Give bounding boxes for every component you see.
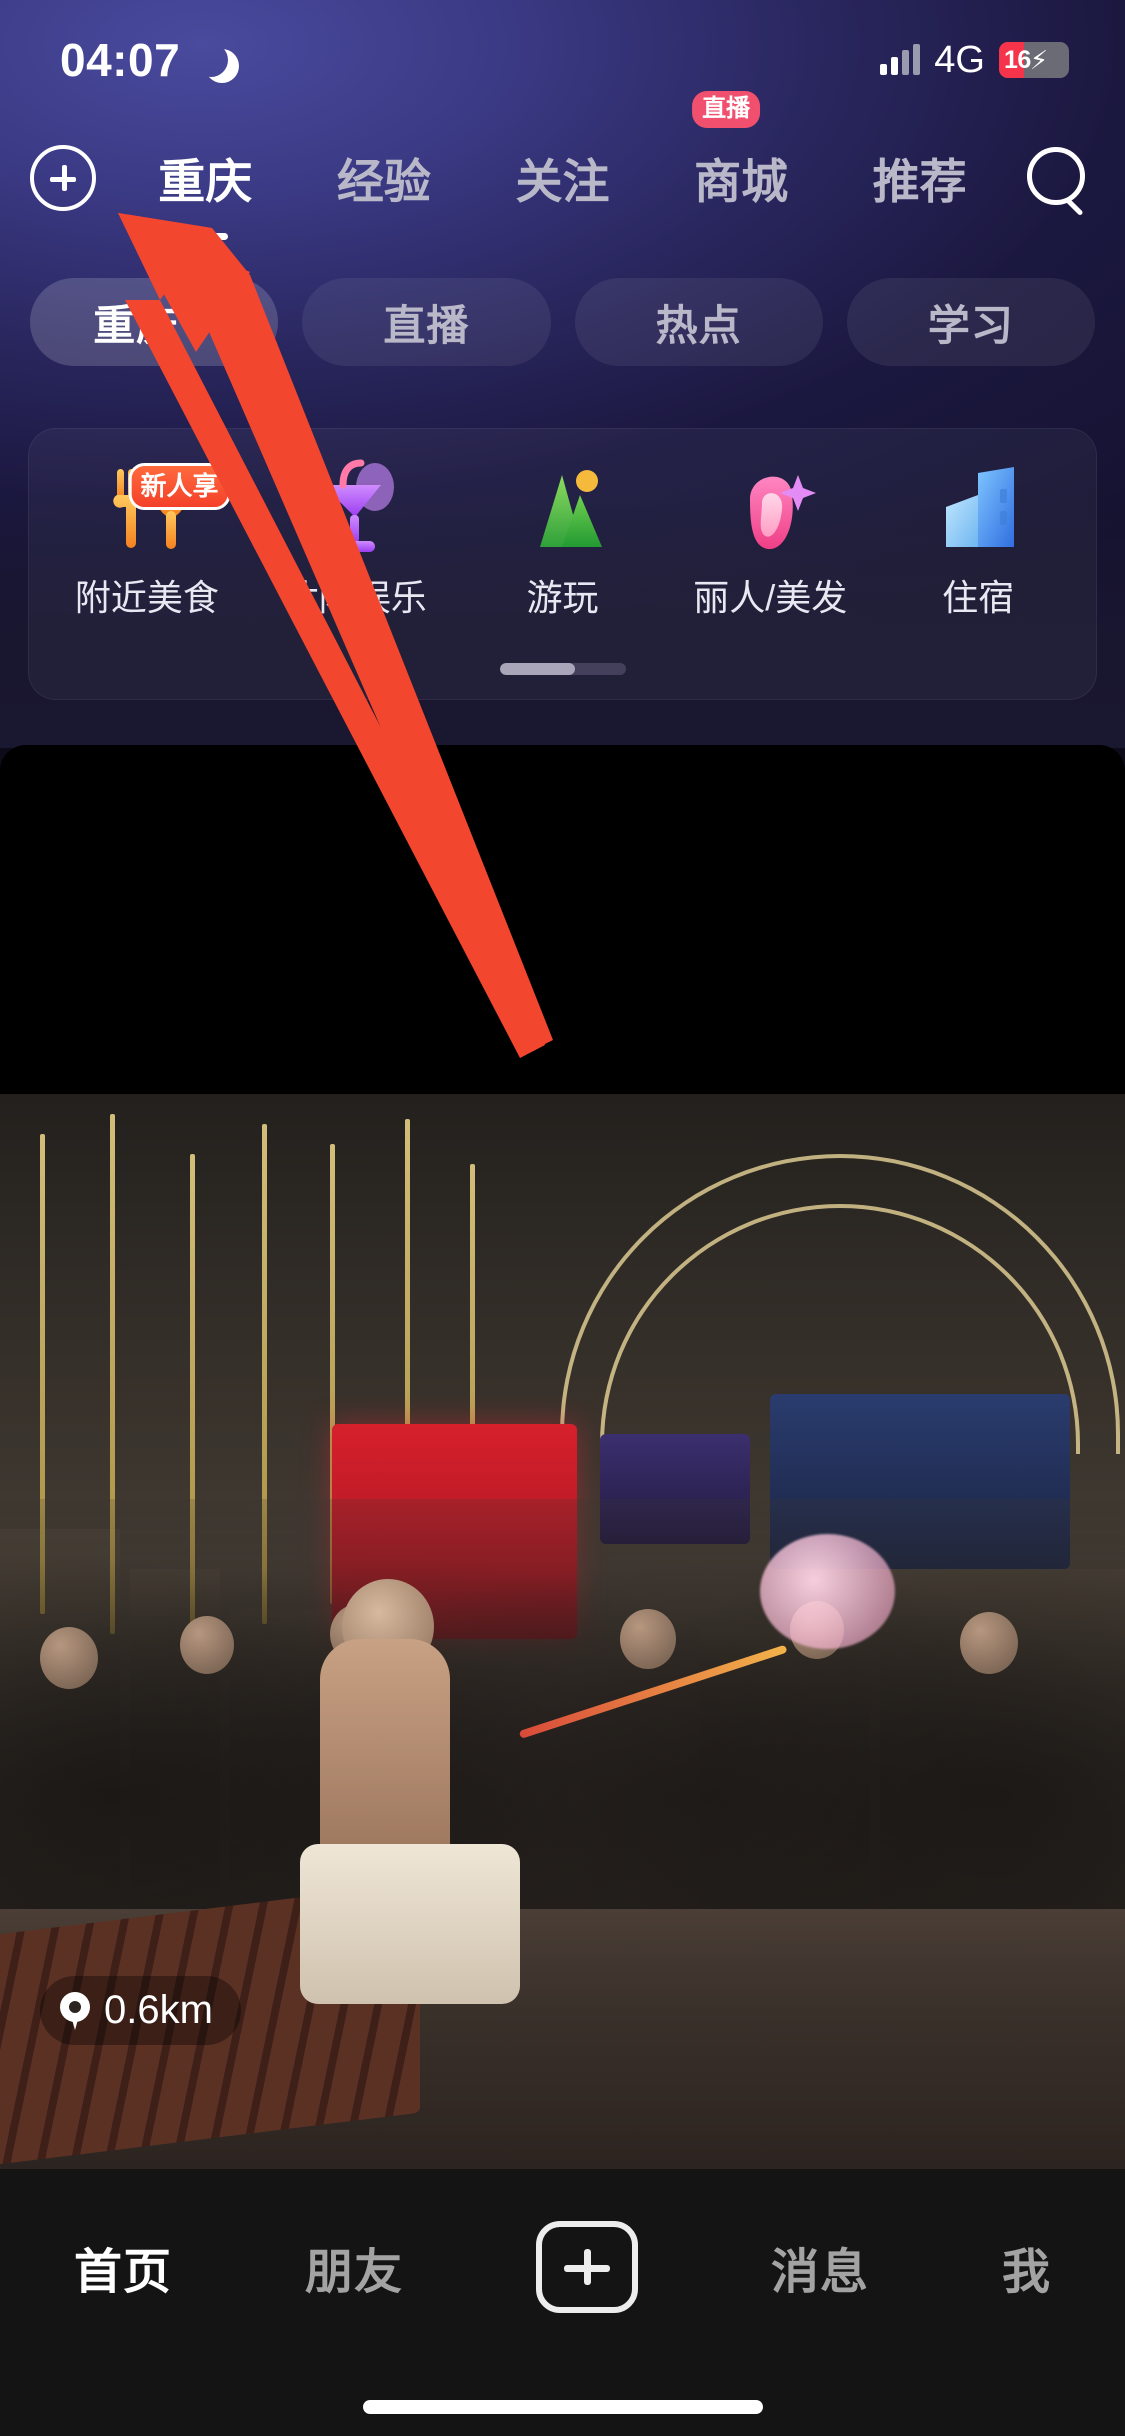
category-item-travel[interactable]: 游玩 bbox=[459, 455, 667, 621]
status-time: 04:07 bbox=[60, 34, 181, 86]
category-label: 附近美食 bbox=[74, 577, 219, 618]
mountain-icon bbox=[510, 455, 614, 559]
tab-label: 重庆 bbox=[158, 155, 253, 208]
category-row: 新人享 附近美食 休闲娱乐 游玩 丽人/美发 住宿 bbox=[29, 429, 1096, 621]
page-indicator[interactable] bbox=[499, 663, 626, 675]
filter-chip-row: 重庆 ⇆ 直播 热点 学习 bbox=[0, 278, 1125, 366]
category-item-hotel[interactable]: 住宿 bbox=[874, 455, 1082, 621]
crowd-silhouettes bbox=[0, 1499, 1125, 1919]
swap-icon: ⇆ bbox=[187, 304, 216, 340]
chip-xuexi[interactable]: 学习 bbox=[846, 278, 1095, 366]
battery-indicator: 16 ⚡ bbox=[999, 42, 1069, 78]
tab-chongqing[interactable]: 重庆 bbox=[154, 143, 256, 240]
tab-guanzhu[interactable]: 关注 bbox=[511, 143, 613, 212]
category-item-food[interactable]: 新人享 附近美食 bbox=[43, 455, 251, 621]
chip-label: 直播 bbox=[383, 301, 470, 349]
status-bar-right: 4G 16 ⚡ bbox=[880, 39, 1069, 82]
chip-redian[interactable]: 热点 bbox=[574, 278, 823, 366]
bottom-nav-profile[interactable]: 我 bbox=[1002, 2232, 1051, 2302]
category-item-beauty[interactable]: 丽人/美发 bbox=[666, 455, 874, 621]
street-performer bbox=[290, 1579, 540, 2049]
tab-shangcheng[interactable]: 直播 商城 bbox=[690, 91, 792, 212]
battery-level-label: 16 bbox=[1004, 45, 1031, 74]
category-label: 游玩 bbox=[526, 577, 599, 618]
distance-label: 0.6km bbox=[104, 1988, 213, 2032]
location-pin-icon bbox=[60, 1991, 90, 2030]
new-user-badge: 新人享 bbox=[128, 463, 231, 510]
category-label: 丽人/美发 bbox=[693, 577, 848, 618]
bottom-nav-items: 首页 朋友 消息 我 bbox=[0, 2169, 1125, 2329]
tab-label: 推荐 bbox=[872, 155, 967, 208]
person-head bbox=[180, 1616, 234, 1674]
category-item-entertainment[interactable]: 休闲娱乐 bbox=[251, 455, 459, 621]
bottom-nav-friends[interactable]: 朋友 bbox=[305, 2232, 403, 2302]
cocktail-glass-icon bbox=[303, 455, 407, 559]
home-indicator[interactable] bbox=[362, 2400, 763, 2414]
tab-label: 商城 bbox=[694, 155, 789, 208]
chip-label: 重庆 bbox=[93, 301, 180, 349]
category-label: 休闲娱乐 bbox=[282, 577, 427, 618]
chip-label: 学习 bbox=[927, 301, 1014, 349]
search-icon[interactable] bbox=[1023, 145, 1089, 211]
bottom-nav-home[interactable]: 首页 bbox=[74, 2232, 172, 2302]
tab-tuijian[interactable]: 推荐 bbox=[869, 143, 971, 212]
tab-label: 关注 bbox=[515, 155, 610, 208]
person-head bbox=[620, 1609, 676, 1669]
video-letterbox bbox=[0, 745, 1125, 1094]
top-tab-list: 重庆 经验 关注 直播 商城 推荐 bbox=[116, 91, 1009, 240]
distance-badge[interactable]: 0.6km bbox=[40, 1976, 241, 2045]
bottom-navigation-bar: 首页 朋友 消息 我 bbox=[0, 2169, 1125, 2436]
chip-chongqing[interactable]: 重庆 ⇆ bbox=[30, 278, 279, 366]
cotton-candy-glow bbox=[760, 1534, 895, 1649]
tab-jingyan[interactable]: 经验 bbox=[333, 143, 435, 212]
charging-bolt-icon: ⚡ bbox=[1029, 44, 1049, 75]
status-bar-left: 04:07 bbox=[60, 33, 228, 87]
active-tab-underline bbox=[182, 233, 229, 240]
feed-video-post[interactable]: 0.6km bbox=[0, 745, 1125, 2169]
person-head bbox=[40, 1627, 98, 1689]
performer-torso bbox=[320, 1639, 450, 1869]
chip-zhibo[interactable]: 直播 bbox=[302, 278, 551, 366]
network-type-label: 4G bbox=[934, 38, 985, 81]
phone-screen: 04:07 4G 16 ⚡ 重庆 经验 关注 直播 商城 推荐 重庆 ⇆ 直播 … bbox=[0, 0, 1125, 2436]
moon-icon bbox=[194, 43, 228, 77]
plus-square-button[interactable] bbox=[536, 2221, 638, 2313]
top-navigation-bar: 重庆 经验 关注 直播 商城 推荐 bbox=[0, 91, 1125, 240]
beauty-face-icon bbox=[718, 455, 822, 559]
signal-bars-icon bbox=[880, 44, 921, 75]
category-label: 住宿 bbox=[942, 577, 1015, 618]
buildings-icon bbox=[926, 455, 1030, 559]
plus-circle-icon[interactable] bbox=[30, 144, 96, 211]
bottom-nav-messages[interactable]: 消息 bbox=[771, 2232, 869, 2302]
tab-label: 经验 bbox=[336, 155, 431, 208]
status-bar: 04:07 4G 16 ⚡ bbox=[0, 0, 1125, 120]
person-head bbox=[960, 1612, 1018, 1674]
chip-label: 热点 bbox=[655, 301, 742, 349]
category-card: 新人享 附近美食 休闲娱乐 游玩 丽人/美发 住宿 bbox=[28, 428, 1097, 700]
performer-shorts bbox=[300, 1844, 520, 2004]
